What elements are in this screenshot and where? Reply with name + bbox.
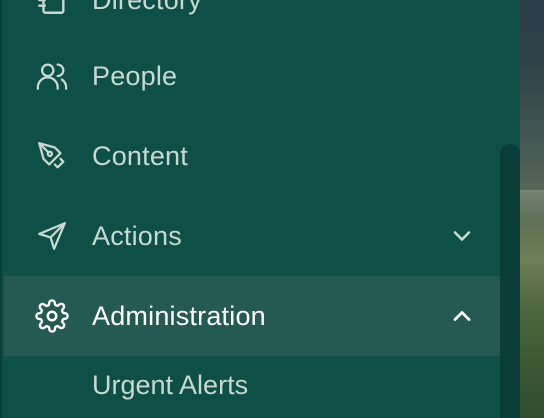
sidebar-item-label: Administration: [92, 300, 266, 331]
people-icon: [34, 58, 70, 94]
app-frame: Directory People: [0, 0, 544, 418]
sidebar-subitem-urgent-alerts[interactable]: Urgent Alerts: [4, 356, 502, 418]
sidebar-item-label: Content: [92, 140, 188, 171]
chevron-down-icon[interactable]: [448, 222, 476, 250]
send-icon: [34, 218, 70, 254]
sidebar-item-content[interactable]: Content: [4, 116, 502, 196]
chevron-up-icon[interactable]: [448, 302, 476, 330]
directory-icon: [34, 0, 70, 18]
scrollbar-thumb[interactable]: [500, 144, 520, 418]
sidebar-item-administration[interactable]: Administration: [4, 276, 502, 356]
sidebar-item-label: People: [92, 60, 178, 91]
pen-nib-icon: [34, 138, 70, 174]
sidebar-item-label: Directory: [92, 0, 202, 16]
sidebar-item-directory[interactable]: Directory: [4, 0, 502, 40]
sidebar-item-actions[interactable]: Actions: [4, 196, 502, 276]
gear-icon: [34, 298, 70, 334]
sidebar-item-label: Actions: [92, 220, 182, 251]
sidebar-item-people[interactable]: People: [4, 36, 502, 116]
sidebar-nav: Directory People: [0, 0, 520, 418]
sidebar-subitem-label: Urgent Alerts: [92, 370, 249, 400]
